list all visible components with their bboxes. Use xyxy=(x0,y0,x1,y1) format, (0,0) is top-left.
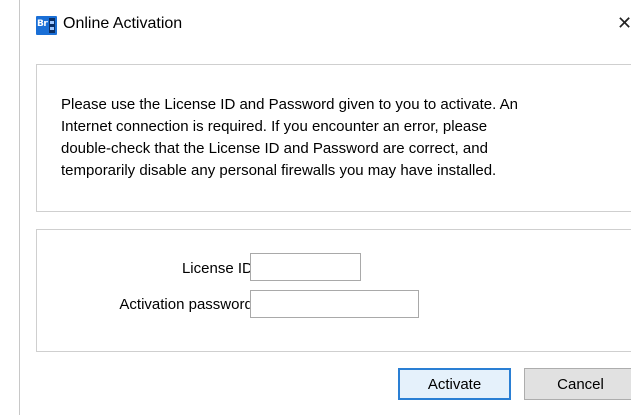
window-left-border xyxy=(19,0,20,415)
instructions-text: Please use the License ID and Password g… xyxy=(61,94,621,182)
license-id-input[interactable] xyxy=(250,253,361,281)
license-id-label: License ID: xyxy=(181,260,257,277)
window-title: Online Activation xyxy=(63,15,183,32)
activation-password-label: Activation password: xyxy=(119,296,257,313)
info-group-box: Please use the License ID and Password g… xyxy=(36,64,631,212)
title-bar[interactable]: Br Online Activation ✕ xyxy=(20,0,631,50)
cancel-button[interactable]: Cancel xyxy=(524,368,631,400)
activation-password-input[interactable] xyxy=(250,290,419,318)
close-icon[interactable]: ✕ xyxy=(617,13,631,34)
instructions-line: Internet connection is required. If you … xyxy=(61,118,488,135)
instructions-line: temporarily disable any personal firewal… xyxy=(61,162,497,179)
app-icon-text: Br xyxy=(37,19,48,29)
app-icon: Br xyxy=(36,16,57,35)
credentials-group-box: License ID: Activation password: xyxy=(36,229,631,352)
instructions-line: double-check that the License ID and Pas… xyxy=(61,140,488,157)
instructions-line: Please use the License ID and Password g… xyxy=(61,96,518,113)
activate-button[interactable]: Activate xyxy=(398,368,511,400)
online-activation-dialog: Br Online Activation ✕ Please use the Li… xyxy=(0,0,631,415)
app-icon-stripe xyxy=(49,18,55,33)
